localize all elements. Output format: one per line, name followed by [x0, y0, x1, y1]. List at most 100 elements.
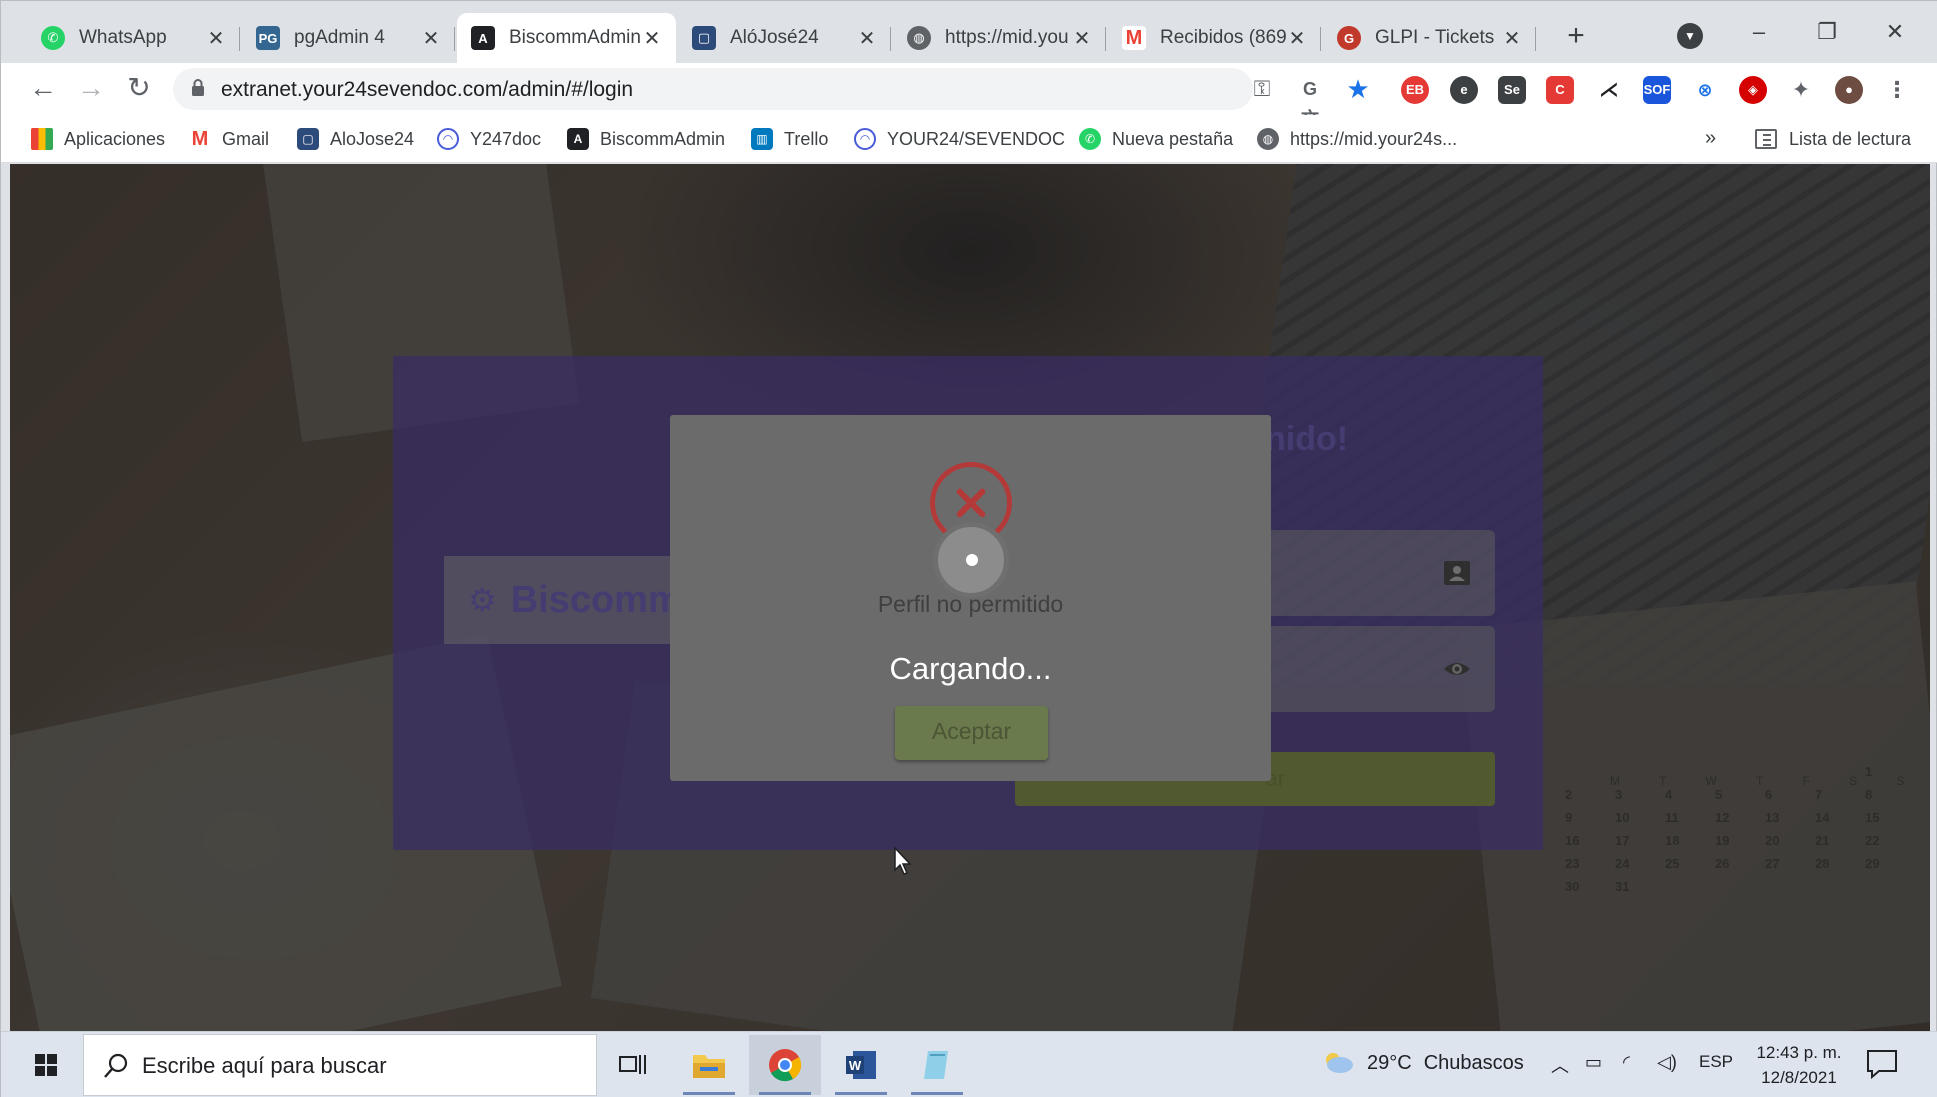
bookmark-alojose24[interactable]: ▢ AloJose24 — [297, 125, 414, 153]
close-icon[interactable]: ✕ — [857, 26, 877, 51]
folder-icon — [693, 1055, 725, 1078]
extension-shield-icon[interactable]: ◈ — [1739, 76, 1767, 104]
bookmark-label: Gmail — [222, 128, 270, 149]
notification-center-icon[interactable] — [1865, 1048, 1899, 1080]
tab-search-button[interactable]: ▼ — [1677, 23, 1703, 49]
restore-button[interactable]: ❐ — [1807, 15, 1847, 49]
tab-gmail[interactable]: M Recibidos (869 ✕ — [1108, 13, 1321, 63]
bookmark-label: Trello — [784, 128, 829, 149]
more-bookmarks-button[interactable]: » — [1705, 127, 1716, 150]
trello-icon: ▥ — [751, 128, 773, 150]
chrome-button[interactable] — [749, 1035, 821, 1095]
bookmark-mid-your24s[interactable]: ◍ https://mid.your24s... — [1257, 125, 1457, 153]
close-icon[interactable]: ✕ — [206, 26, 226, 51]
tab-label: AlóJosé24 — [730, 27, 819, 48]
close-icon[interactable]: ✕ — [642, 26, 662, 51]
task-view-button[interactable] — [597, 1035, 669, 1095]
whatsapp-icon: ✆ — [1079, 128, 1101, 150]
notepad-icon — [924, 1051, 948, 1079]
search-placeholder: Escribe aquí para buscar — [142, 1053, 387, 1078]
cloud-rain-icon — [1326, 1053, 1353, 1073]
bookmark-label: Aplicaciones — [64, 128, 166, 149]
bookmark-trello[interactable]: ▥ Trello — [751, 125, 828, 153]
bookmark-y247doc[interactable]: ◠ Y247doc — [437, 125, 541, 153]
profile-avatar[interactable]: ● — [1835, 76, 1863, 104]
windows-start-icon[interactable] — [21, 1048, 71, 1084]
translate-icon[interactable]: G文 — [1295, 74, 1325, 129]
apps-grid-icon — [31, 128, 53, 150]
angular-icon: A — [471, 26, 495, 50]
bookmark-star-icon[interactable]: ★ — [1343, 74, 1373, 104]
tab-glpi[interactable]: G GLPI - Tickets ✕ — [1323, 13, 1536, 63]
bookmark-nueva-pestana[interactable]: ✆ Nueva pestaña — [1079, 125, 1233, 153]
bookmark-gmail[interactable]: M Gmail — [189, 125, 269, 153]
forward-button[interactable]: → — [73, 71, 109, 107]
tab-alojose[interactable]: ▢ AlóJosé24 ✕ — [678, 13, 891, 63]
extension-x-icon[interactable]: ⊗ — [1691, 76, 1719, 104]
bookmark-biscommadmin[interactable]: A BiscommAdmin — [567, 125, 725, 153]
extension-c-icon[interactable]: C — [1546, 76, 1574, 104]
tab-separator — [454, 27, 455, 51]
input-language[interactable]: ESP — [1699, 1052, 1733, 1072]
taskbar-search-box[interactable]: Escribe aquí para buscar — [83, 1034, 597, 1096]
tab-biscommadmin[interactable]: A BiscommAdmin ✕ — [457, 13, 676, 63]
address-bar[interactable]: extranet.your24sevendoc.com/admin/#/logi… — [173, 68, 1370, 129]
key-icon[interactable]: ⚿ — [1247, 74, 1277, 104]
loading-spinner-icon — [933, 522, 1009, 598]
accept-button[interactable]: Aceptar — [895, 706, 1048, 760]
bookmark-label: Nueva pestaña — [1112, 128, 1234, 149]
volume-icon[interactable]: ◁) — [1657, 1052, 1677, 1073]
sof-icon[interactable]: SOF — [1643, 76, 1671, 104]
loading-text: Cargando... — [889, 651, 1052, 686]
battery-icon[interactable]: ▭ — [1585, 1052, 1602, 1073]
file-explorer-button[interactable] — [673, 1035, 745, 1095]
back-button[interactable]: ← — [25, 71, 61, 107]
weather-widget[interactable]: 29°C Chubascos — [1321, 1050, 1524, 1076]
tab-pgadmin[interactable]: PG pgAdmin 4 ✕ — [242, 13, 455, 63]
extension-arrow-icon[interactable]: ⋌ — [1595, 76, 1623, 104]
notepad-button[interactable] — [901, 1035, 973, 1095]
close-icon[interactable]: ✕ — [1502, 26, 1522, 51]
minimize-button[interactable]: – — [1739, 15, 1779, 49]
running-indicator — [683, 1092, 735, 1095]
word-button[interactable]: W — [825, 1035, 897, 1095]
tab-whatsapp[interactable]: ✆ WhatsApp ✕ — [27, 13, 240, 63]
task-view-icon — [619, 1055, 646, 1074]
bookmark-your24sevendoc[interactable]: ◠ YOUR24/SEVENDOC — [854, 125, 1065, 153]
reading-list-button[interactable]: Lista de lectura — [1755, 125, 1911, 153]
reload-button[interactable]: ↻ — [121, 71, 157, 107]
clock-time: 12:43 p. m. — [1756, 1043, 1842, 1062]
globe-icon: ◍ — [907, 26, 931, 50]
tab-separator — [1105, 27, 1106, 51]
gmail-icon: M — [189, 128, 211, 150]
globe-icon: ◍ — [1257, 128, 1279, 150]
wifi-icon[interactable]: ◜ — [1623, 1052, 1630, 1073]
close-window-button[interactable]: ✕ — [1875, 15, 1915, 49]
extension-red-icon[interactable]: EB — [1401, 76, 1429, 104]
close-icon[interactable]: ✕ — [1072, 26, 1092, 51]
url-text: extranet.your24sevendoc.com/admin/#/logi… — [221, 78, 634, 101]
clock[interactable]: 12:43 p. m. 12/8/2021 — [1749, 1040, 1849, 1090]
tab-label: Recibidos (869 — [1160, 27, 1287, 48]
close-icon[interactable]: ✕ — [421, 26, 441, 51]
show-hidden-icons-icon[interactable]: ︿ — [1551, 1052, 1569, 1078]
extension-e-icon[interactable]: e — [1450, 76, 1478, 104]
alojose-icon: ▢ — [297, 128, 319, 150]
accept-button-label: Aceptar — [931, 718, 1012, 744]
bookmark-label: BiscommAdmin — [600, 128, 726, 149]
bookmark-aplicaciones[interactable]: Aplicaciones — [31, 125, 165, 153]
tab-label: WhatsApp — [79, 27, 167, 48]
menu-kebab-icon[interactable]: ⋮ — [1883, 76, 1911, 104]
y247doc-icon: ◠ — [437, 128, 459, 150]
extensions-puzzle-icon[interactable]: ✦ — [1787, 76, 1815, 104]
search-icon — [104, 1053, 128, 1078]
selenium-icon[interactable]: Se — [1498, 76, 1526, 104]
close-icon[interactable]: ✕ — [1287, 26, 1307, 51]
tab-mid[interactable]: ◍ https://mid.you ✕ — [893, 13, 1106, 63]
mouse-cursor-icon — [894, 846, 912, 875]
lock-icon — [192, 79, 204, 96]
new-tab-button[interactable]: + — [1558, 19, 1594, 55]
windows-taskbar: Escribe aquí para buscar W 29°C Chubasco… — [1, 1031, 1937, 1097]
svg-text:W: W — [849, 1058, 862, 1073]
chrome-icon — [769, 1049, 802, 1082]
